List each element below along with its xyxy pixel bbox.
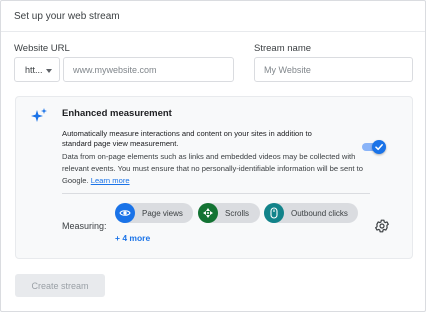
website-url-label: Website URL xyxy=(14,43,70,54)
more-link[interactable]: + 4 more xyxy=(115,233,150,243)
protocol-select[interactable]: htt... xyxy=(14,57,60,82)
check-icon xyxy=(375,144,383,151)
protocol-value: htt... xyxy=(25,65,43,75)
divider xyxy=(62,193,370,194)
enhanced-measurement-description: Data from on-page elements such as links… xyxy=(62,151,372,187)
enhanced-measurement-title: Enhanced measurement xyxy=(62,108,172,119)
chevron-down-icon xyxy=(46,69,52,73)
toggle-knob xyxy=(372,140,386,154)
chip-label: Outbound clicks xyxy=(291,209,348,218)
eye-icon xyxy=(115,203,135,223)
stream-name-input[interactable] xyxy=(264,63,404,77)
chip-label: Scrolls xyxy=(225,209,250,218)
mouse-icon xyxy=(264,203,284,223)
enhanced-measurement-summary: Automatically measure interactions and c… xyxy=(62,129,312,148)
web-stream-setup-panel: Set up your web stream Website URL Strea… xyxy=(0,0,426,312)
chip-page-views[interactable]: Page views xyxy=(115,203,193,223)
stream-name-field[interactable] xyxy=(254,57,413,82)
panel-title: Set up your web stream xyxy=(14,11,120,22)
enhanced-measurement-card: Enhanced measurement Automatically measu… xyxy=(15,96,413,259)
chip-outbound-clicks[interactable]: Outbound clicks xyxy=(264,203,358,223)
crosshair-icon xyxy=(198,203,218,223)
sparkle-icon xyxy=(30,107,48,125)
chip-scrolls[interactable]: Scrolls xyxy=(198,203,260,223)
learn-more-link[interactable]: Learn more xyxy=(91,176,130,185)
measuring-label: Measuring: xyxy=(62,221,107,231)
enhanced-measurement-toggle[interactable] xyxy=(362,140,388,154)
gear-icon[interactable] xyxy=(374,218,390,234)
website-url-input[interactable] xyxy=(73,63,223,77)
chip-label: Page views xyxy=(142,209,183,218)
stream-name-label: Stream name xyxy=(254,43,312,54)
panel-header: Set up your web stream xyxy=(1,1,425,32)
website-url-field[interactable] xyxy=(63,57,234,82)
create-stream-button[interactable]: Create stream xyxy=(15,274,105,297)
